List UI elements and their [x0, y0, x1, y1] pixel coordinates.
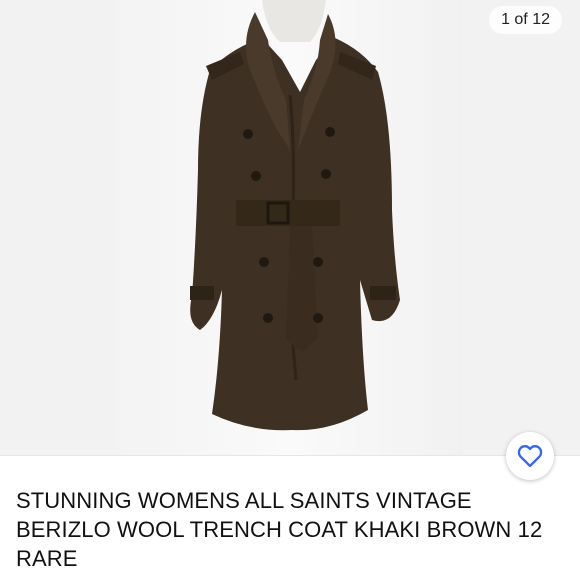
product-image-gallery[interactable]: 1 of 12: [0, 0, 580, 455]
right-cuff: [370, 286, 396, 300]
left-cuff: [190, 286, 214, 300]
product-photo: [190, 0, 400, 431]
favorite-button[interactable]: [506, 432, 554, 480]
heart-outline-icon: [517, 444, 543, 468]
divider: [0, 455, 580, 456]
image-counter: 1 of 12: [489, 6, 562, 34]
listing-title: STUNNING WOMENS ALL SAINTS VINTAGE BERIZ…: [16, 488, 543, 571]
mannequin-neck: [262, 0, 326, 42]
